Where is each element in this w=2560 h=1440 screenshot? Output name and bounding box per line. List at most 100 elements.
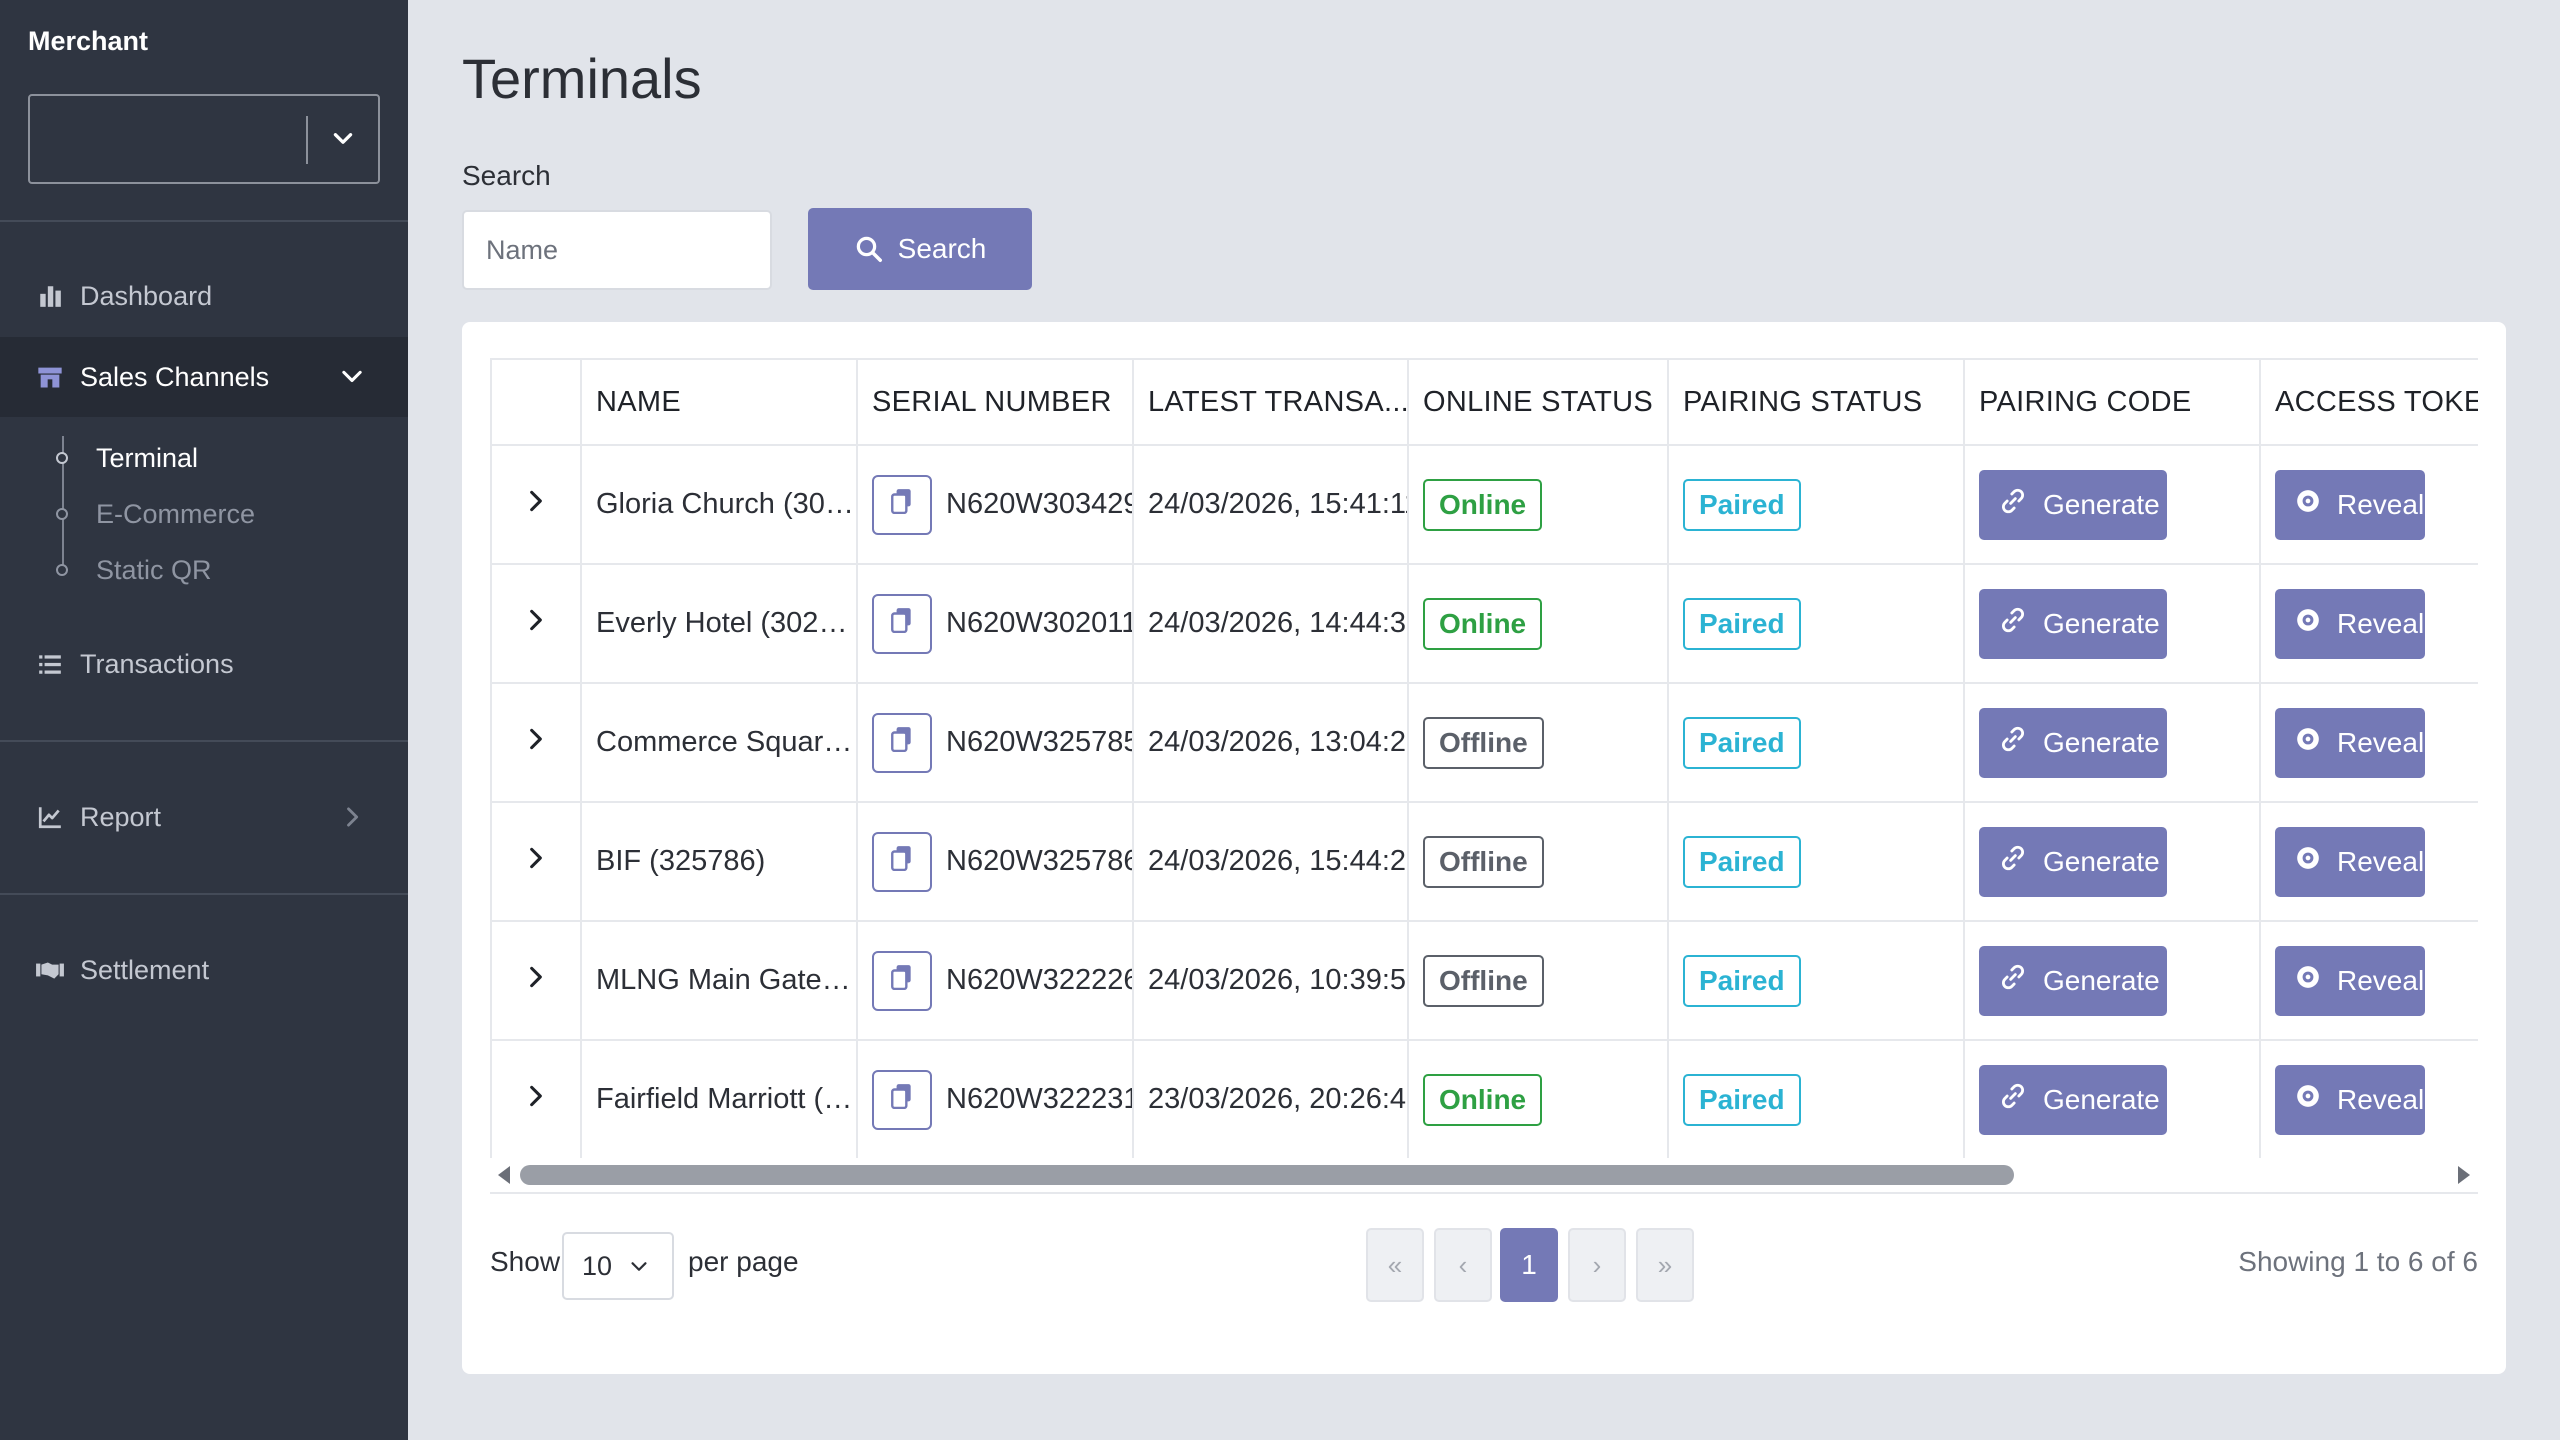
copy-serial-button[interactable]	[872, 712, 932, 773]
pairing-status-badge: Paired	[1683, 954, 1801, 1007]
terminal-name-cell: Gloria Church (3034...	[580, 444, 858, 565]
header-pairing-status[interactable]: PAIRING STATUS	[1667, 358, 1965, 446]
sidebar: Merchant Dashboard Sales Channels Termin…	[0, 0, 408, 1440]
generate-code-button[interactable]: Generate	[1979, 469, 2167, 540]
horizontal-scrollbar[interactable]	[490, 1160, 2478, 1194]
terminal-name-cell: BIF (325786)	[580, 801, 858, 922]
table-row: MLNG Main Gate (3... N620W322226 24/03/202…	[490, 920, 2478, 1041]
expand-row-button[interactable]	[490, 682, 582, 803]
scroll-thumb[interactable]	[520, 1165, 2014, 1185]
expand-row-button[interactable]	[490, 444, 582, 565]
header-serial[interactable]: SERIAL NUMBER	[856, 358, 1134, 446]
sidebar-subitem-static-qr[interactable]: Static QR	[56, 546, 212, 594]
reveal-label: Reveal	[2337, 607, 2425, 639]
chevron-right-icon	[523, 965, 549, 997]
pairing-code-cell: Generate	[1963, 920, 2261, 1041]
first-page-button[interactable]: «	[1366, 1228, 1424, 1302]
table-row: Gloria Church (3034... N620W303429 24/03/2…	[490, 444, 2478, 565]
sidebar-item-sales-channels[interactable]: Sales Channels	[0, 337, 408, 417]
online-status-badge: Online	[1423, 478, 1543, 531]
scroll-left-arrow-icon[interactable]	[498, 1166, 510, 1184]
chevron-right-icon	[523, 608, 549, 640]
reveal-label: Reveal	[2337, 845, 2425, 877]
terminal-name: Gloria Church (3034...	[596, 488, 856, 520]
pairing-status-badge: Paired	[1683, 835, 1801, 888]
generate-label: Generate	[2043, 1083, 2160, 1115]
serial-number-cell: N620W322226	[856, 920, 1134, 1041]
search-label: Search	[462, 160, 551, 191]
last-page-button[interactable]: »	[1636, 1228, 1694, 1302]
sidebar-item-dashboard[interactable]: Dashboard	[0, 256, 408, 336]
bullet-icon	[56, 564, 68, 576]
online-status-cell: Online	[1407, 1039, 1669, 1158]
expand-row-button[interactable]	[490, 1039, 582, 1158]
merchant-label: Merchant	[28, 26, 149, 56]
copy-icon	[891, 488, 913, 522]
header-name[interactable]: NAME	[580, 358, 858, 446]
copy-serial-button[interactable]	[872, 831, 932, 892]
access-token-cell: Reveal	[2259, 801, 2478, 922]
sidebar-item-report[interactable]: Report	[0, 777, 408, 857]
serial-number: N620W302011	[946, 607, 1133, 639]
expand-row-button[interactable]	[490, 563, 582, 684]
search-button-label: Search	[897, 233, 987, 264]
page-1-button[interactable]: 1	[1500, 1228, 1558, 1302]
scroll-right-arrow-icon[interactable]	[2458, 1166, 2470, 1184]
eye-icon	[2295, 607, 2321, 640]
reveal-token-button[interactable]: Reveal	[2275, 469, 2425, 540]
online-status-badge: Online	[1423, 1073, 1543, 1126]
sidebar-item-settlement[interactable]: Settlement	[0, 930, 408, 1010]
copy-serial-button[interactable]	[872, 1069, 932, 1130]
reveal-token-button[interactable]: Reveal	[2275, 1064, 2425, 1135]
generate-label: Generate	[2043, 964, 2160, 996]
terminal-name-cell: MLNG Main Gate (3...	[580, 920, 858, 1041]
copy-serial-button[interactable]	[872, 593, 932, 654]
reveal-token-button[interactable]: Reveal	[2275, 588, 2425, 659]
serial-number-cell: N620W325786	[856, 801, 1134, 922]
expand-row-button[interactable]	[490, 801, 582, 922]
prev-page-button[interactable]: ‹	[1434, 1228, 1492, 1302]
terminal-name: BIF (325786)	[596, 845, 766, 877]
copy-serial-button[interactable]	[872, 474, 932, 535]
search-input[interactable]	[462, 210, 772, 290]
table-row: Fairfield Marriott (3... N620W322231 23/03…	[490, 1039, 2478, 1158]
access-token-cell: Reveal	[2259, 682, 2478, 803]
online-status-badge: Offline	[1423, 716, 1544, 769]
reveal-token-button[interactable]: Reveal	[2275, 945, 2425, 1016]
search-button[interactable]: Search	[808, 208, 1032, 290]
copy-serial-button[interactable]	[872, 950, 932, 1011]
table-header-row: NAME SERIAL NUMBER LATEST TRANSA... ONLI…	[490, 358, 2478, 446]
per-page-select[interactable]: 10	[562, 1232, 674, 1300]
next-page-button[interactable]: ›	[1568, 1228, 1626, 1302]
eye-icon	[2295, 1083, 2321, 1116]
generate-code-button[interactable]: Generate	[1979, 1064, 2167, 1135]
header-access-token[interactable]: ACCESS TOKEN	[2259, 358, 2478, 446]
online-status-cell: Offline	[1407, 682, 1669, 803]
per-page-label: per page	[688, 1246, 799, 1277]
chevron-right-icon	[347, 807, 359, 827]
header-latest-transaction[interactable]: LATEST TRANSA...	[1132, 358, 1409, 446]
pairing-code-cell: Generate	[1963, 444, 2261, 565]
header-online-status[interactable]: ONLINE STATUS	[1407, 358, 1669, 446]
access-token-cell: Reveal	[2259, 1039, 2478, 1158]
sidebar-item-transactions[interactable]: Transactions	[0, 624, 408, 704]
per-page-value: 10	[582, 1250, 613, 1281]
reveal-token-button[interactable]: Reveal	[2275, 826, 2425, 897]
access-token-cell: Reveal	[2259, 563, 2478, 684]
generate-code-button[interactable]: Generate	[1979, 707, 2167, 778]
merchant-select[interactable]	[28, 94, 380, 184]
reveal-label: Reveal	[2337, 726, 2425, 758]
sidebar-subitem-terminal[interactable]: Terminal	[56, 434, 198, 482]
reveal-token-button[interactable]: Reveal	[2275, 707, 2425, 778]
eye-icon	[2295, 845, 2321, 878]
sidebar-subitem-ecommerce[interactable]: E-Commerce	[56, 490, 255, 538]
header-pairing-code[interactable]: PAIRING CODE	[1963, 358, 2261, 446]
pairing-status-cell: Paired	[1667, 682, 1965, 803]
terminal-name-cell: Everly Hotel (302011)	[580, 563, 858, 684]
expand-row-button[interactable]	[490, 920, 582, 1041]
generate-code-button[interactable]: Generate	[1979, 945, 2167, 1016]
copy-icon	[891, 845, 913, 879]
list-icon	[34, 648, 66, 680]
generate-code-button[interactable]: Generate	[1979, 588, 2167, 659]
generate-code-button[interactable]: Generate	[1979, 826, 2167, 897]
